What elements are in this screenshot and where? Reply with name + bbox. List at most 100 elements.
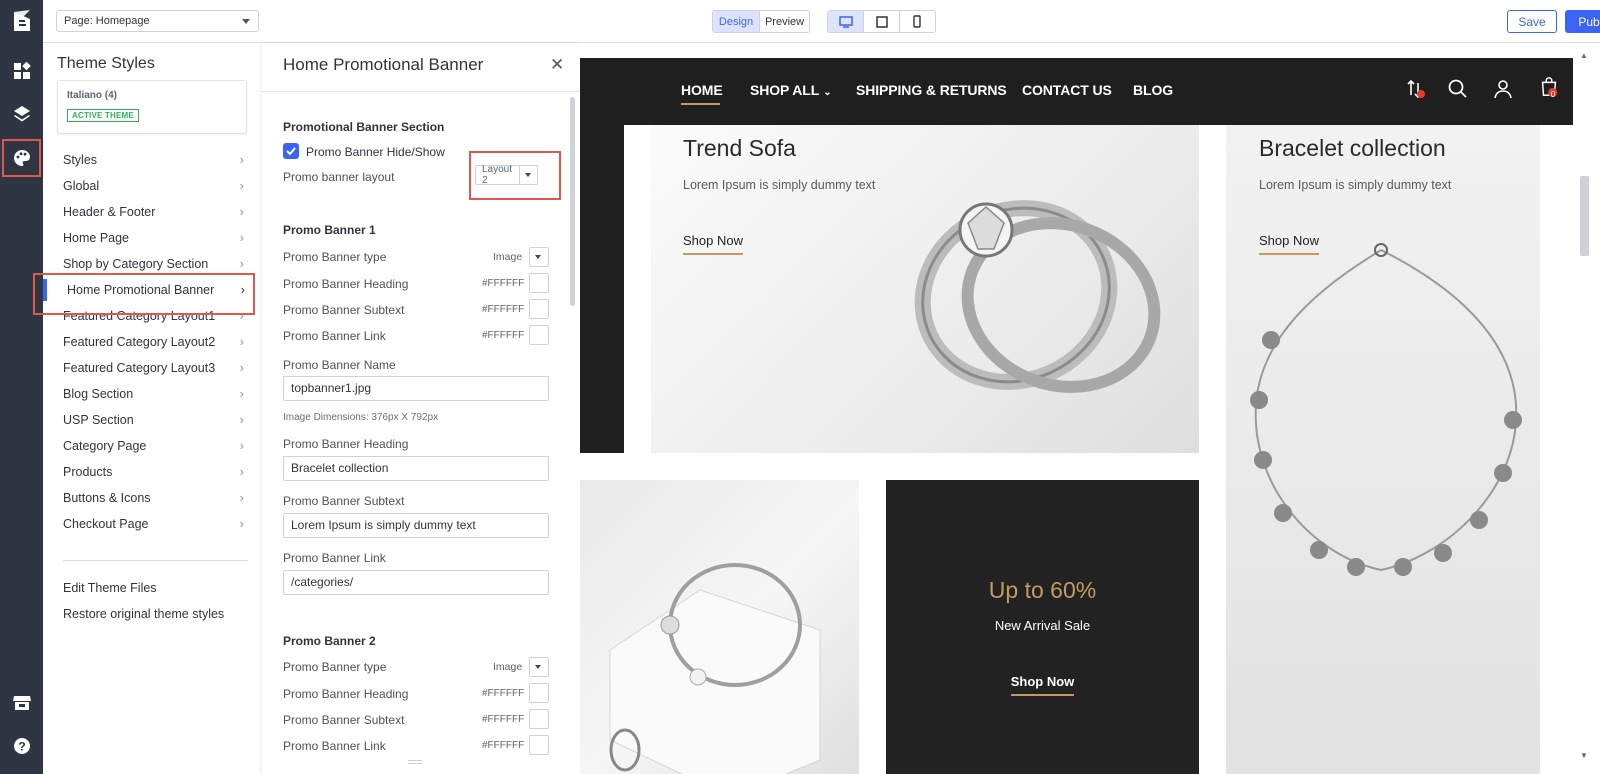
page-select-value: Page: Homepage <box>64 15 150 27</box>
palette-highlight <box>2 139 41 177</box>
banner1-heading-color-swatch[interactable] <box>529 273 549 293</box>
nav-contact-link[interactable]: CONTACT US <box>1022 82 1112 98</box>
panel-scrollbar[interactable] <box>570 97 575 306</box>
search-icon[interactable] <box>1447 78 1469 100</box>
chevron-right-icon: › <box>239 386 244 401</box>
nav-home-link[interactable]: HOME <box>681 82 723 98</box>
preview-scroll-thumb[interactable] <box>1580 176 1589 256</box>
banner1-heading-color-hex: #FFFFFF <box>482 278 525 289</box>
device-toggle <box>827 10 936 33</box>
banner1-subtext-label: Promo Banner Subtext <box>283 494 405 508</box>
preview-scrollbar[interactable]: ▲ ▼ <box>1577 43 1592 774</box>
nav-shipping-link[interactable]: SHIPPING & RETURNS <box>856 82 1007 98</box>
tile2-shop-now-link[interactable]: Shop Now <box>1259 233 1319 255</box>
bracelet-photo-tile[interactable] <box>580 480 859 774</box>
publish-button[interactable]: Publish <box>1565 10 1600 33</box>
banner1-subtext-color-hex: #FFFFFF <box>482 304 525 315</box>
account-icon[interactable] <box>1492 78 1514 100</box>
promo-tile-bracelet[interactable]: Bracelet collection Lorem Ipsum is simpl… <box>1226 125 1540 774</box>
save-button[interactable]: Save <box>1507 10 1557 33</box>
layout-label: Promo banner layout <box>283 170 395 184</box>
chevron-right-icon: › <box>239 412 244 427</box>
scroll-down-icon[interactable]: ▼ <box>1580 751 1588 760</box>
nav-blog-link[interactable]: BLOG <box>1133 82 1173 98</box>
banner1-type-select[interactable] <box>529 247 549 267</box>
banner2-heading-color-swatch[interactable] <box>529 683 549 703</box>
nav-shop-all-link[interactable]: SHOP ALL ⌄ <box>750 82 832 98</box>
active-theme-card: Italiano (4) ACTIVE THEME <box>57 80 247 134</box>
sidebar-item-buttons-icons[interactable]: Buttons & Icons › <box>63 487 248 509</box>
banner1-subtext-input[interactable]: Lorem Ipsum is simply dummy text <box>283 513 549 538</box>
tile1-subtext: Lorem Ipsum is simply dummy text <box>683 178 876 192</box>
sidebar-item-home-page[interactable]: Home Page › <box>63 227 248 249</box>
theme-styles-sidebar: Theme Styles Italiano (4) ACTIVE THEME S… <box>43 43 262 774</box>
banner1-subtext-color-swatch[interactable] <box>529 299 549 319</box>
promo-tile-trend-sofa[interactable]: Trend Sofa Lorem Ipsum is simply dummy t… <box>651 125 1199 453</box>
theme-name: Italiano (4) <box>67 90 118 101</box>
active-theme-badge: ACTIVE THEME <box>67 109 139 122</box>
store-navbar: HOME SHOP ALL ⌄ SHIPPING & RETURNS CONTAC… <box>580 58 1573 125</box>
section-title: Promotional Banner Section <box>283 120 445 134</box>
image-dimensions-hint: Image Dimensions: 376px X 792px <box>283 412 439 423</box>
sidebar-item-shop-by-category[interactable]: Shop by Category Section › <box>63 253 248 275</box>
restore-theme-styles-link[interactable]: Restore original theme styles <box>63 603 248 625</box>
chevron-right-icon: › <box>239 204 244 219</box>
sidebar-item-global[interactable]: Global › <box>63 175 248 197</box>
sidebar-item-featured-category-layout3[interactable]: Featured Category Layout3 › <box>63 357 248 379</box>
scroll-up-icon[interactable]: ▲ <box>1580 51 1588 60</box>
settings-panel: Home Promotional Banner ✕ Promotional Ba… <box>262 43 580 774</box>
sidebar-item-products[interactable]: Products › <box>63 461 248 483</box>
tile2-heading: Bracelet collection <box>1259 135 1446 161</box>
sidebar-item-checkout-page[interactable]: Checkout Page › <box>63 513 248 535</box>
sidebar-item-category-page[interactable]: Category Page › <box>63 435 248 457</box>
compare-icon[interactable] <box>1404 78 1426 100</box>
sidebar-item-header-footer[interactable]: Header & Footer › <box>63 201 248 223</box>
sidebar-item-label: USP Section <box>63 413 134 427</box>
banner2-link-color-hex: #FFFFFF <box>482 740 525 751</box>
hide-show-label: Promo Banner Hide/Show <box>306 145 445 159</box>
banner1-subtext-color-label: Promo Banner Subtext <box>283 303 405 317</box>
cart-count: 0 <box>1550 90 1556 99</box>
layers-icon[interactable] <box>0 99 43 129</box>
panel-title: Home Promotional Banner <box>283 55 484 74</box>
edit-theme-files-link[interactable]: Edit Theme Files <box>63 577 248 599</box>
close-icon[interactable]: ✕ <box>550 55 564 75</box>
help-icon[interactable]: ? <box>0 731 43 761</box>
banner1-link-color-swatch[interactable] <box>529 325 549 345</box>
design-mode-button[interactable]: Design <box>713 11 761 32</box>
rings-image <box>914 200 1161 393</box>
banner1-heading-input[interactable]: Bracelet collection <box>283 456 549 481</box>
bigcommerce-logo-icon[interactable] <box>0 6 43 36</box>
banner1-link-input[interactable]: /categories/ <box>283 570 549 595</box>
banner1-heading-color-label: Promo Banner Heading <box>283 277 409 291</box>
sidebar-item-featured-category-layout2[interactable]: Featured Category Layout2 › <box>63 331 248 353</box>
sidebar-item-blog-section[interactable]: Blog Section › <box>63 383 248 405</box>
sale-shop-now-link[interactable]: Shop Now <box>1010 674 1075 696</box>
chevron-down-icon <box>242 19 250 24</box>
drag-handle-icon[interactable] <box>408 760 422 764</box>
hide-show-checkbox[interactable] <box>283 143 299 159</box>
page-select[interactable]: Page: Homepage <box>56 10 259 32</box>
banner2-subtext-color-swatch[interactable] <box>529 709 549 729</box>
widgets-icon[interactable] <box>0 56 43 86</box>
chevron-right-icon: › <box>239 230 244 245</box>
desktop-icon[interactable] <box>828 11 865 32</box>
sidebar-item-label: Featured Category Layout3 <box>63 361 216 375</box>
preview-mode-button[interactable]: Preview <box>760 11 809 32</box>
sidebar-item-styles[interactable]: Styles › <box>63 149 248 171</box>
chevron-right-icon: › <box>239 438 244 453</box>
tablet-icon[interactable] <box>864 11 900 32</box>
banner1-link-color-label: Promo Banner Link <box>283 329 386 343</box>
banner2-type-select[interactable] <box>529 657 549 677</box>
sale-tile[interactable]: Up to 60% New Arrival Sale Shop Now <box>886 480 1199 774</box>
store-icon[interactable] <box>0 688 43 718</box>
banner2-heading-color-hex: #FFFFFF <box>482 688 525 699</box>
banner1-link-color-hex: #FFFFFF <box>482 330 525 341</box>
banner1-name-input[interactable]: topbanner1.jpg <box>283 376 549 401</box>
banner2-link-color-swatch[interactable] <box>529 735 549 755</box>
tile1-shop-now-link[interactable]: Shop Now <box>683 233 743 255</box>
mobile-icon[interactable] <box>900 11 935 32</box>
sidebar-item-usp-section[interactable]: USP Section › <box>63 409 248 431</box>
sidebar-item-label: Shop by Category Section <box>63 257 209 271</box>
banner1-type-label: Promo Banner type <box>283 250 387 264</box>
